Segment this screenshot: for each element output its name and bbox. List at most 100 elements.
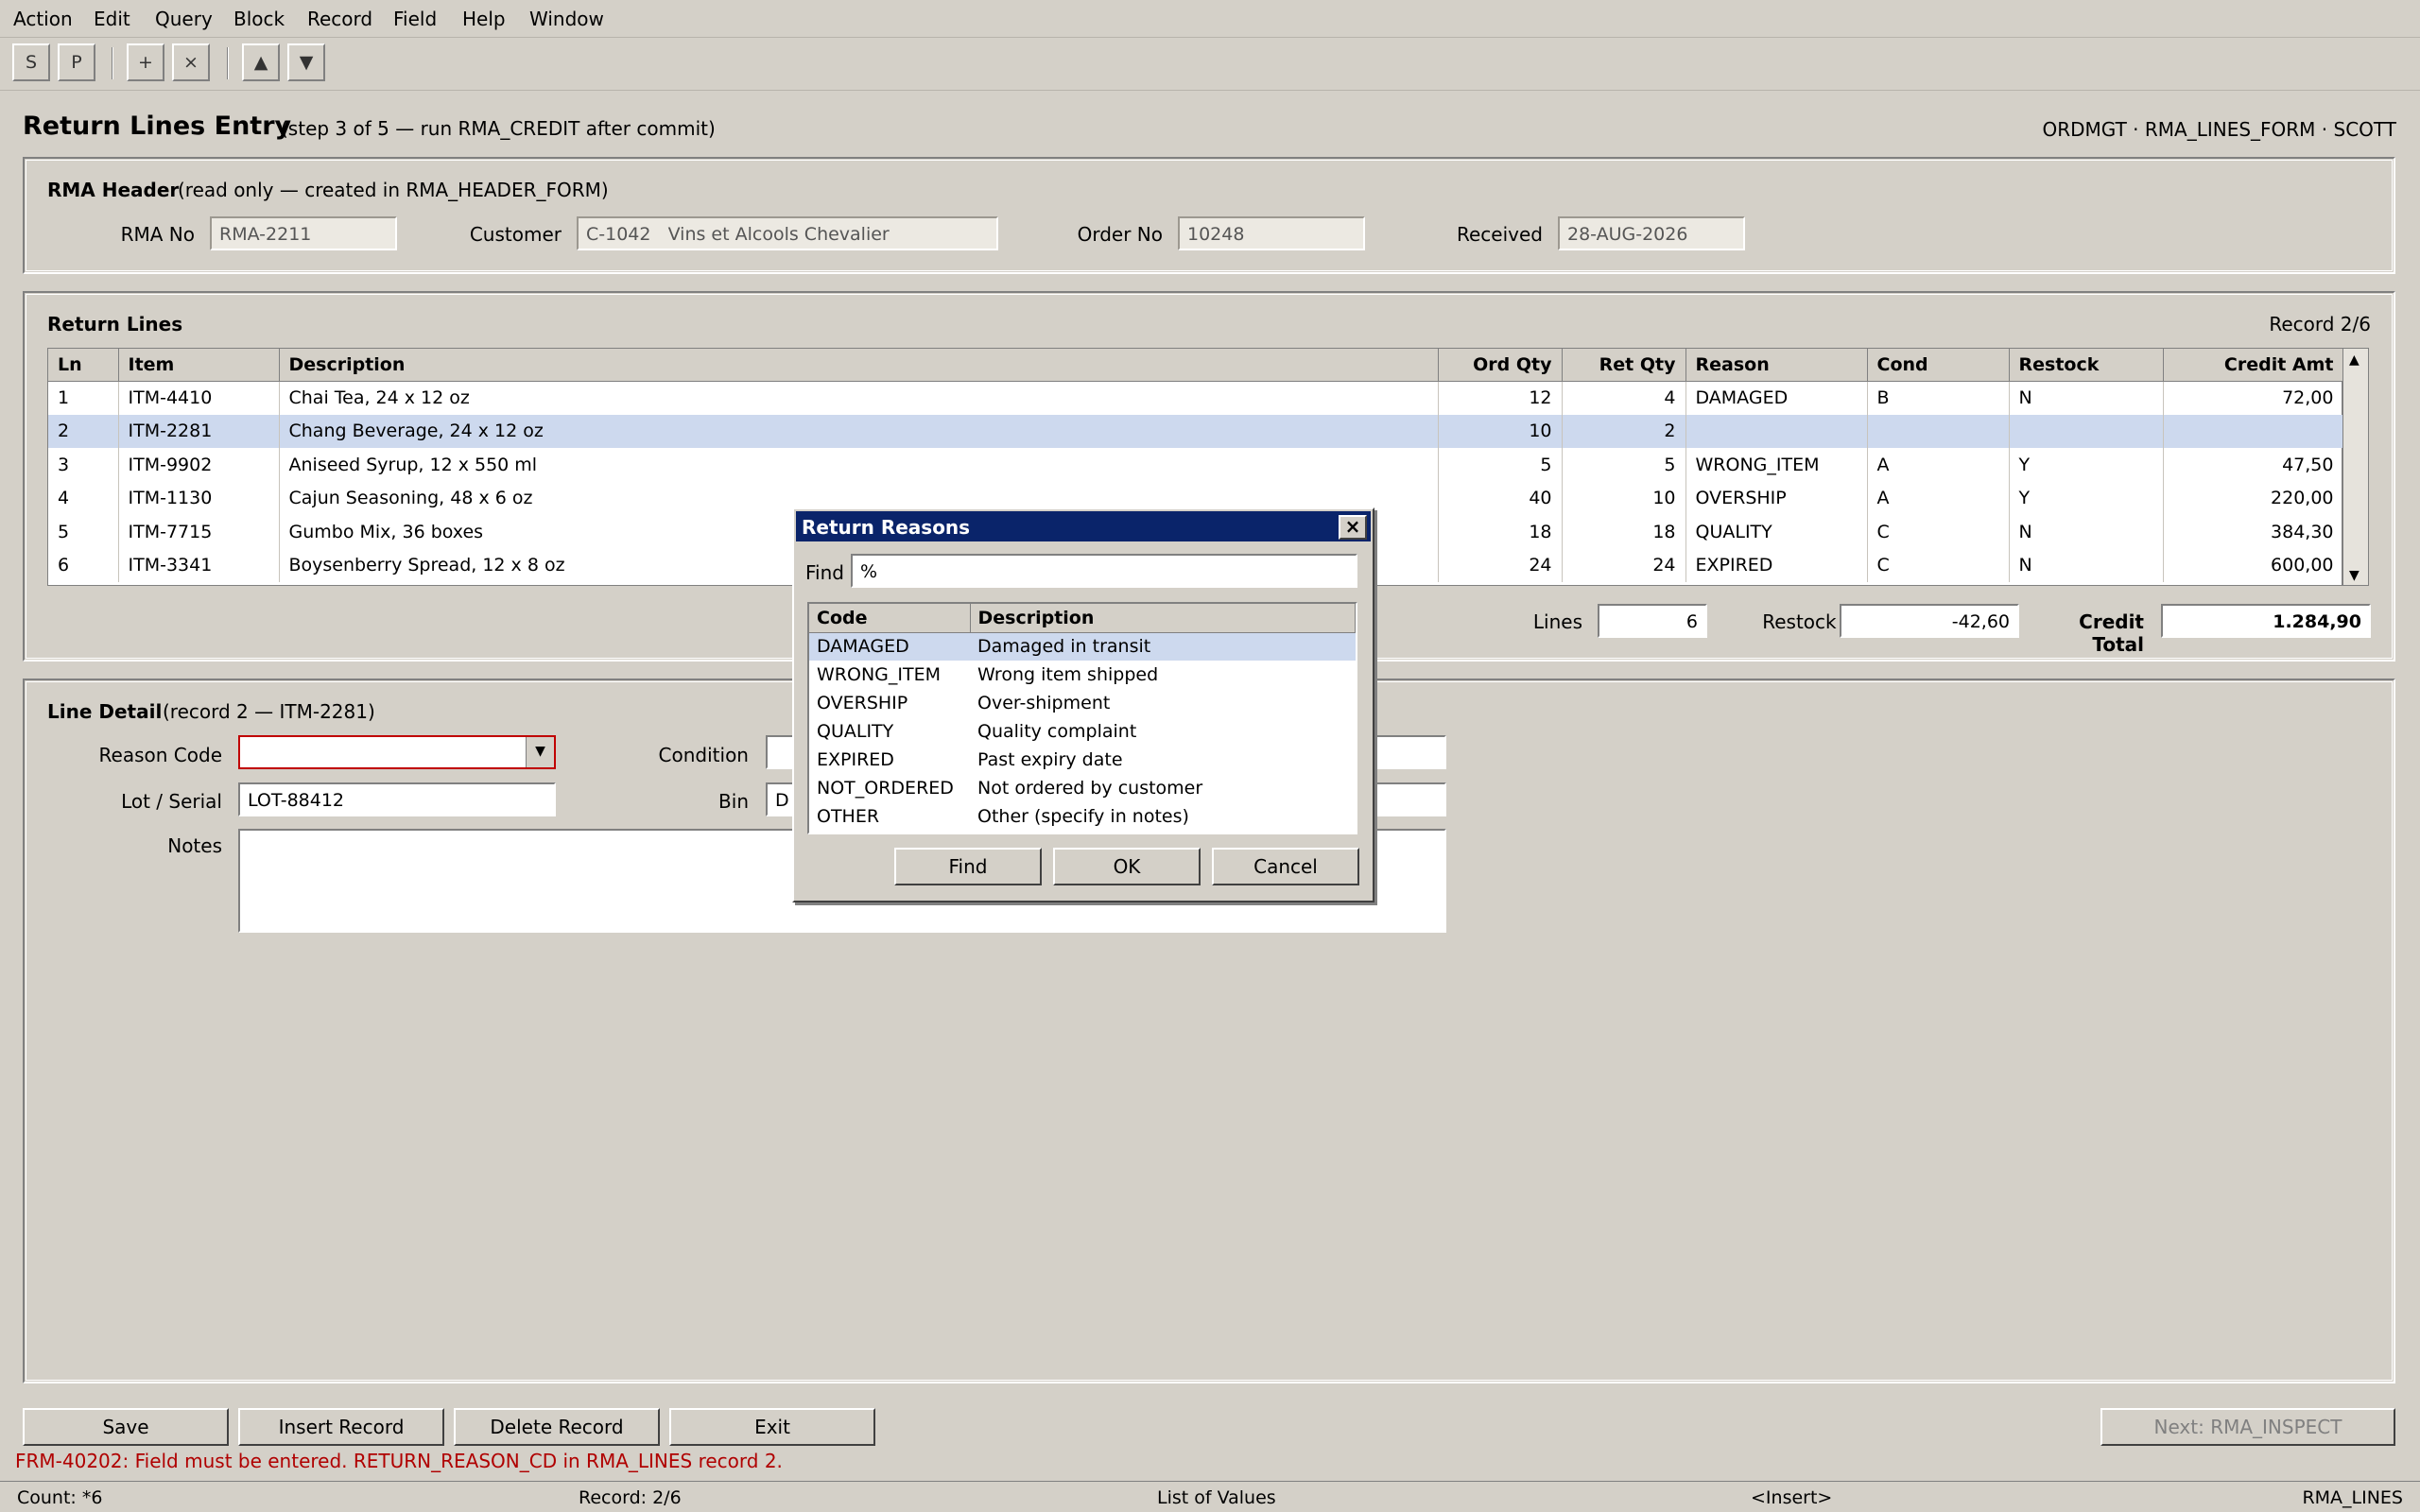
reason-description[interactable]: Damaged in transit — [970, 632, 1356, 661]
cell-ord-qty[interactable]: 10 — [1438, 414, 1563, 448]
cell-cond[interactable] — [1867, 414, 2010, 448]
cell-restock[interactable]: N — [2009, 548, 2164, 582]
cell-ret-qty[interactable]: 18 — [1562, 515, 1686, 549]
cell-ln[interactable]: 1 — [48, 381, 119, 415]
cell-restock[interactable]: N — [2009, 381, 2164, 415]
cell-restock[interactable]: N — [2009, 515, 2164, 549]
list-item[interactable]: NOT_ORDERED Not ordered by customer — [809, 774, 1356, 802]
column-header[interactable]: Credit Amt — [2163, 349, 2344, 382]
menu-action[interactable]: Action — [13, 8, 73, 30]
cell-ln[interactable]: 5 — [48, 515, 119, 549]
find-input[interactable]: % — [851, 554, 1357, 588]
print-toolbar-button[interactable]: P — [58, 43, 95, 81]
reason-code-field[interactable]: ▼ — [238, 735, 556, 769]
cell-restock[interactable]: Y — [2009, 448, 2164, 482]
cell-cond[interactable]: A — [1867, 481, 2010, 515]
cell-reason[interactable]: DAMAGED — [1685, 381, 1868, 415]
find-button[interactable]: Find — [894, 848, 1042, 885]
column-header[interactable]: Description — [970, 604, 1356, 633]
list-item[interactable]: EXPIRED Past expiry date — [809, 746, 1356, 774]
menu-field[interactable]: Field — [393, 8, 437, 30]
cell-cond[interactable]: B — [1867, 381, 2010, 415]
insert-record-toolbar-button[interactable]: + — [127, 43, 164, 81]
lot-serial-field[interactable]: LOT-88412 — [238, 782, 556, 816]
next-step-button[interactable]: Next: RMA_INSPECT — [2100, 1408, 2395, 1446]
list-item-selected[interactable]: DAMAGED Damaged in transit — [809, 632, 1356, 661]
column-header[interactable]: Reason — [1685, 349, 1868, 382]
column-header[interactable]: Code — [809, 604, 971, 633]
cell-credit-amt[interactable]: 47,50 — [2163, 448, 2344, 482]
cell-credit-amt[interactable]: 384,30 — [2163, 515, 2344, 549]
column-header[interactable]: Item — [118, 349, 280, 382]
cell-ret-qty[interactable]: 10 — [1562, 481, 1686, 515]
reason-code[interactable]: OVERSHIP — [809, 689, 970, 717]
reason-code[interactable]: WRONG_ITEM — [809, 661, 970, 689]
reason-code[interactable]: EXPIRED — [809, 746, 970, 774]
table-row[interactable]: 1 ITM-4410 Chai Tea, 24 x 12 oz 12 4 DAM… — [48, 381, 2344, 415]
cell-ln[interactable]: 6 — [48, 548, 119, 582]
cell-ret-qty[interactable]: 24 — [1562, 548, 1686, 582]
reason-code[interactable]: QUALITY — [809, 717, 970, 746]
scroll-down-icon[interactable]: ▼ — [2349, 568, 2360, 583]
cell-restock[interactable]: Y — [2009, 481, 2164, 515]
cell-ord-qty[interactable]: 12 — [1438, 381, 1563, 415]
list-item[interactable]: OVERSHIP Over-shipment — [809, 689, 1356, 717]
reason-description[interactable]: Not ordered by customer — [970, 774, 1356, 802]
exit-button[interactable]: Exit — [669, 1408, 875, 1446]
list-item[interactable]: WRONG_ITEM Wrong item shipped — [809, 661, 1356, 689]
insert-record-button[interactable]: Insert Record — [238, 1408, 444, 1446]
cell-credit-amt[interactable] — [2163, 414, 2344, 448]
table-row-selected[interactable]: 2 ITM-2281 Chang Beverage, 24 x 12 oz 10… — [48, 414, 2344, 448]
save-button[interactable]: Save — [23, 1408, 229, 1446]
cell-cond[interactable]: C — [1867, 515, 2010, 549]
cell-item[interactable]: ITM-2281 — [118, 414, 280, 448]
next-record-button[interactable]: ▼ — [287, 43, 325, 81]
column-header[interactable]: Restock — [2009, 349, 2164, 382]
cell-ln[interactable]: 4 — [48, 481, 119, 515]
cell-ret-qty[interactable]: 4 — [1562, 381, 1686, 415]
cell-ret-qty[interactable]: 5 — [1562, 448, 1686, 482]
cell-item[interactable]: ITM-1130 — [118, 481, 280, 515]
reason-code[interactable]: DAMAGED — [809, 632, 970, 661]
list-item[interactable]: OTHER Other (specify in notes) — [809, 802, 1356, 831]
reason-code[interactable]: OTHER — [809, 802, 970, 831]
cell-ord-qty[interactable]: 24 — [1438, 548, 1563, 582]
reason-description[interactable]: Over-shipment — [970, 689, 1356, 717]
cell-credit-amt[interactable]: 220,00 — [2163, 481, 2344, 515]
chevron-down-icon[interactable]: ▼ — [526, 737, 554, 767]
delete-record-button[interactable]: Delete Record — [454, 1408, 660, 1446]
cell-ret-qty[interactable]: 2 — [1562, 414, 1686, 448]
reason-description[interactable]: Other (specify in notes) — [970, 802, 1356, 831]
cell-reason[interactable]: EXPIRED — [1685, 548, 1868, 582]
cell-reason[interactable] — [1685, 414, 1868, 448]
cancel-button[interactable]: Cancel — [1212, 848, 1359, 885]
column-header[interactable]: Ln — [48, 349, 119, 382]
ok-button[interactable]: OK — [1053, 848, 1201, 885]
cell-ord-qty[interactable]: 40 — [1438, 481, 1563, 515]
list-item[interactable]: QUALITY Quality complaint — [809, 717, 1356, 746]
cell-ord-qty[interactable]: 18 — [1438, 515, 1563, 549]
save-toolbar-button[interactable]: S — [12, 43, 50, 81]
menu-record[interactable]: Record — [307, 8, 372, 30]
cell-item[interactable]: ITM-3341 — [118, 548, 280, 582]
cell-reason[interactable]: OVERSHIP — [1685, 481, 1868, 515]
cell-item[interactable]: ITM-9902 — [118, 448, 280, 482]
table-row[interactable]: 3 ITM-9902 Aniseed Syrup, 12 x 550 ml 5 … — [48, 448, 2344, 482]
menu-help[interactable]: Help — [462, 8, 506, 30]
reason-description[interactable]: Quality complaint — [970, 717, 1356, 746]
cell-description[interactable]: Aniseed Syrup, 12 x 550 ml — [279, 448, 1439, 482]
cell-item[interactable]: ITM-7715 — [118, 515, 280, 549]
cell-item[interactable]: ITM-4410 — [118, 381, 280, 415]
cell-cond[interactable]: C — [1867, 548, 2010, 582]
delete-record-toolbar-button[interactable]: × — [172, 43, 210, 81]
column-header[interactable]: Ord Qty — [1438, 349, 1563, 382]
menu-query[interactable]: Query — [155, 8, 213, 30]
reason-description[interactable]: Past expiry date — [970, 746, 1356, 774]
cell-credit-amt[interactable]: 600,00 — [2163, 548, 2344, 582]
cell-reason[interactable]: WRONG_ITEM — [1685, 448, 1868, 482]
menu-window[interactable]: Window — [529, 8, 604, 30]
column-header[interactable]: Description — [279, 349, 1439, 382]
cell-credit-amt[interactable]: 72,00 — [2163, 381, 2344, 415]
scroll-up-icon[interactable]: ▲ — [2349, 352, 2360, 368]
reason-description[interactable]: Wrong item shipped — [970, 661, 1356, 689]
